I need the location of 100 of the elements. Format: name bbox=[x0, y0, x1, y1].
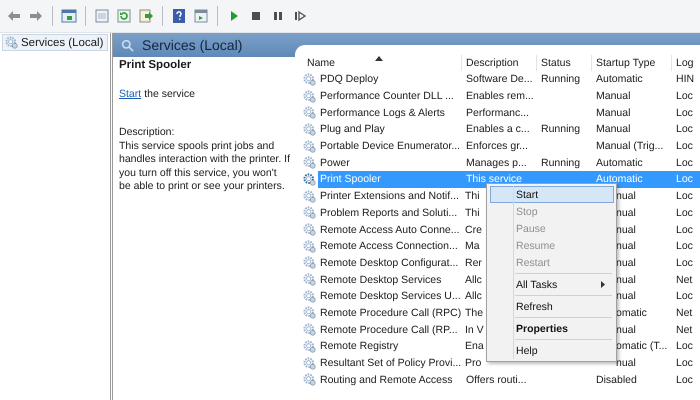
table-cell-text: Pro bbox=[464, 356, 482, 372]
table-cell-text: Net bbox=[675, 272, 694, 288]
menu-item[interactable]: Refresh bbox=[490, 298, 614, 315]
start-link[interactable]: Start bbox=[119, 88, 142, 100]
gear-icon bbox=[303, 106, 316, 120]
description-text: This service spools print jobs and handles interaction with the printer. If you turn off this service, you won't be able to print or see your printers. bbox=[119, 140, 291, 194]
column-header[interactable]: Status bbox=[537, 55, 592, 71]
table-cell-text: In V bbox=[464, 322, 485, 338]
service-name[interactable]: Remote Registry bbox=[318, 338, 462, 355]
help-icon[interactable] bbox=[171, 8, 187, 24]
gear-icon bbox=[303, 290, 316, 303]
table-cell: Automatic bbox=[592, 171, 672, 188]
table-cell-text: Automatic bbox=[595, 72, 644, 88]
table-cell-text: Loc bbox=[675, 139, 694, 154]
table-cell-text: Rer bbox=[464, 256, 483, 271]
table-cell-text: Loc bbox=[675, 372, 694, 388]
gear-icon bbox=[303, 373, 316, 386]
table-cell-text: Ena bbox=[464, 339, 485, 354]
window-icon[interactable] bbox=[94, 8, 110, 24]
service-name[interactable]: Performance Logs & Alerts bbox=[318, 104, 462, 122]
service-name[interactable]: Remote Access Auto Conne... bbox=[318, 221, 462, 238]
tree-item[interactable]: Services (Local) bbox=[2, 34, 108, 51]
action-text: the service bbox=[144, 88, 195, 100]
column-header[interactable]: Description bbox=[462, 55, 537, 71]
table-cell-text: Loc bbox=[675, 356, 694, 372]
service-name[interactable]: PDQ Deploy bbox=[318, 71, 462, 88]
service-name[interactable]: Problem Reports and Soluti... bbox=[318, 204, 462, 222]
table-cell-text: Cre bbox=[464, 222, 483, 238]
table-cell-text: Manual bbox=[595, 122, 632, 138]
table-cell-text: Manages p... bbox=[465, 156, 528, 171]
gear-icon bbox=[303, 240, 316, 253]
table-cell-text: Loc bbox=[675, 289, 694, 304]
table-cell-text: Running bbox=[540, 122, 582, 138]
column-header[interactable]: Startup Type bbox=[592, 55, 672, 71]
table-cell-text: omatic (T... bbox=[615, 339, 668, 354]
menu-item[interactable]: All Tasks bbox=[490, 276, 614, 293]
menu-item[interactable]: Help bbox=[490, 342, 614, 359]
gear-icon bbox=[303, 122, 316, 136]
gear-icon bbox=[303, 72, 316, 86]
table-cell-text: Enables a c... bbox=[465, 122, 531, 138]
properties-icon[interactable] bbox=[193, 8, 209, 24]
table-cell-text: Loc bbox=[675, 89, 694, 104]
table-cell-text: Loc bbox=[675, 156, 694, 171]
gear-icon bbox=[303, 90, 316, 103]
table-cell-text: Loc bbox=[675, 256, 694, 271]
service-name[interactable]: Remote Procedure Call (RPC) bbox=[318, 304, 464, 322]
gear-icon bbox=[303, 190, 316, 203]
search-icon bbox=[121, 38, 134, 52]
gear-icon bbox=[303, 256, 316, 270]
table-cell-text: Allc bbox=[464, 272, 483, 288]
table-cell-text: Net bbox=[675, 322, 694, 338]
gear-icon bbox=[303, 156, 316, 170]
table-cell-text: Running bbox=[540, 156, 582, 171]
table-cell-text: Loc bbox=[675, 339, 694, 354]
table-cell-text: HIN bbox=[675, 72, 696, 88]
service-name[interactable]: Remote Access Connection... bbox=[318, 238, 462, 255]
forward-arrow-icon[interactable] bbox=[28, 8, 44, 24]
gear-icon bbox=[303, 356, 316, 370]
export-icon[interactable] bbox=[138, 8, 154, 24]
table-cell-text: Software De... bbox=[465, 72, 534, 88]
table-cell-text: Disabled bbox=[595, 372, 638, 388]
table-cell-text: nual bbox=[615, 356, 637, 372]
service-name[interactable]: Power bbox=[318, 154, 462, 172]
service-name[interactable]: Printer Extensions and Notif... bbox=[318, 188, 462, 204]
table-cell-text: Loc bbox=[675, 189, 694, 204]
service-name[interactable]: Remote Desktop Services bbox=[318, 271, 462, 288]
gear-icon bbox=[303, 323, 316, 336]
menu-item[interactable]: Properties bbox=[490, 320, 614, 337]
service-name[interactable]: Plug and Play bbox=[318, 121, 462, 138]
gear-icon bbox=[303, 206, 316, 220]
service-name[interactable]: Remote Desktop Configurat... bbox=[318, 254, 462, 272]
table-cell-text: Enforces gr... bbox=[465, 139, 529, 154]
table-cell-text: Running bbox=[540, 72, 582, 88]
table-cell-text: Loc bbox=[675, 222, 694, 238]
resume-icon[interactable] bbox=[292, 8, 308, 24]
panel-title: Services (Local) bbox=[142, 37, 242, 53]
table-cell-text: Manual bbox=[595, 106, 632, 121]
service-name[interactable]: Remote Desktop Services U... bbox=[318, 288, 463, 305]
tree-item-label: Services (Local) bbox=[21, 36, 104, 48]
gear-icon bbox=[303, 223, 316, 236]
table-cell-text: Performanc... bbox=[465, 106, 530, 121]
service-name[interactable]: Remote Procedure Call (RP... bbox=[318, 321, 462, 338]
gear-icon bbox=[303, 340, 316, 353]
table-cell-text: Ma bbox=[464, 239, 481, 254]
service-name[interactable]: Portable Device Enumerator... bbox=[318, 138, 462, 154]
table-cell-text: The bbox=[464, 306, 484, 321]
service-name[interactable]: Resultant Set of Policy Provi... bbox=[318, 354, 464, 372]
console-tree-icon[interactable] bbox=[61, 8, 77, 24]
table-cell-text: Thi bbox=[464, 206, 481, 221]
gear-icon bbox=[303, 273, 316, 286]
menu-item[interactable]: Start bbox=[490, 186, 614, 203]
column-header[interactable]: Log bbox=[672, 55, 700, 71]
service-name[interactable]: Performance Counter DLL ... bbox=[318, 88, 462, 104]
table-cell-text: Manual bbox=[595, 89, 632, 104]
table-cell-text: Thi bbox=[464, 189, 481, 204]
refresh-icon[interactable] bbox=[116, 8, 132, 24]
service-name[interactable]: Routing and Remote Access bbox=[318, 371, 462, 388]
table-cell-text: Enables rem... bbox=[465, 89, 535, 104]
gear-icon bbox=[303, 306, 316, 320]
column-header[interactable]: Name bbox=[303, 55, 462, 71]
